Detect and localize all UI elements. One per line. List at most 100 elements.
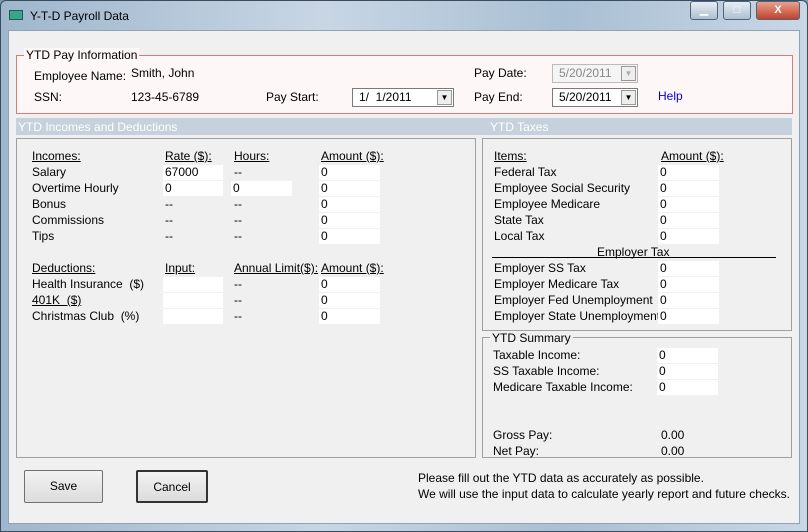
annual-limit-header: Annual Limit($): <box>234 261 319 275</box>
amount-header: Amount ($): <box>321 149 384 163</box>
employee-name: Smith, John <box>131 66 195 80</box>
deduction-label: 401K ($) <box>32 293 82 307</box>
summary-value: 0 <box>657 348 718 363</box>
deduction-label: Health Insurance ($) <box>32 277 145 291</box>
ssn: 123-45-6789 <box>131 90 200 104</box>
chevron-down-icon: ▼ <box>621 66 636 81</box>
save-button[interactable]: Save <box>24 470 103 503</box>
hours-value: -- <box>234 197 242 211</box>
rate-value: -- <box>165 213 173 227</box>
summary-label: Taxable Income: <box>493 348 581 362</box>
incomes-header: Incomes: <box>32 149 81 163</box>
taxes-header-items: Items: <box>494 149 527 163</box>
footer-note-1: Please fill out the YTD data as accurate… <box>418 471 704 485</box>
amount-input[interactable]: 0 <box>319 165 380 180</box>
taxes-section-title: YTD Taxes <box>490 120 549 134</box>
annual-limit-value: -- <box>234 293 242 307</box>
pay-date-value: 5/20/2011 <box>559 66 612 80</box>
net-pay-label: Net Pay: <box>493 444 540 458</box>
pay-start-value: 1/ 1/2011 <box>359 90 412 104</box>
income-label: Salary <box>32 165 67 179</box>
summary-legend: YTD Summary <box>490 331 573 345</box>
deduction-label: Christmas Club (%) <box>32 309 140 323</box>
income-label: Overtime Hourly <box>32 181 119 195</box>
amount-input[interactable]: 0 <box>319 213 380 228</box>
hours-input[interactable]: 0 <box>231 181 292 196</box>
deduction-input[interactable] <box>163 293 223 308</box>
amount-input[interactable]: 0 <box>319 181 380 196</box>
app-icon <box>9 10 23 20</box>
employer-tax-amount-input[interactable]: 0 <box>658 309 719 324</box>
deduction-input[interactable] <box>163 309 223 324</box>
tax-label: Federal Tax <box>494 165 557 179</box>
hours-value: -- <box>234 229 242 243</box>
amount-input[interactable]: 0 <box>319 197 380 212</box>
employer-tax-label: Employer Fed Unemployment <box>494 293 653 307</box>
tax-amount-input[interactable]: 0 <box>658 229 719 244</box>
pay-end-label: Pay End: <box>474 90 523 104</box>
summary-value: 0 <box>657 364 718 379</box>
income-label: Tips <box>32 229 55 243</box>
close-button[interactable]: X <box>756 1 800 20</box>
deduction-input[interactable] <box>163 277 223 292</box>
cancel-button[interactable]: Cancel <box>136 470 208 503</box>
tax-amount-input[interactable]: 0 <box>658 165 719 180</box>
summary-label: SS Taxable Income: <box>493 364 600 378</box>
tax-label: Employee Medicare <box>494 197 601 211</box>
maximize-button[interactable]: □ <box>723 1 751 20</box>
tax-amount-input[interactable]: 0 <box>658 197 719 212</box>
tax-amount-input[interactable]: 0 <box>658 181 719 196</box>
employer-tax-label: Employer State Unemployment <box>494 309 661 323</box>
deduction-amount-input[interactable]: 0 <box>319 293 380 308</box>
chevron-down-icon[interactable]: ▼ <box>437 90 452 105</box>
gross-pay-value: 0.00 <box>661 428 685 442</box>
pay-end-picker[interactable]: 5/20/2011 ▼ <box>552 88 638 107</box>
employer-tax-amount-input[interactable]: 0 <box>658 261 719 276</box>
footer-note-2: We will use the input data to calculate … <box>418 487 790 501</box>
annual-limit-value: -- <box>234 309 242 323</box>
incomes-section-title: YTD Incomes and Deductions <box>18 120 178 134</box>
employer-tax-divider <box>492 257 776 258</box>
employee-name-label: Employee Name: <box>34 69 127 83</box>
rate-value: -- <box>165 197 173 211</box>
deductions-header: Deductions: <box>32 261 96 275</box>
help-link[interactable]: Help <box>658 89 683 103</box>
hours-value: -- <box>234 213 242 227</box>
rate-value: -- <box>165 229 173 243</box>
rate-input[interactable]: 67000 <box>163 165 223 180</box>
gross-pay-label: Gross Pay: <box>493 428 553 442</box>
income-label: Commissions <box>32 213 105 227</box>
deduction-amount-input[interactable]: 0 <box>319 277 380 292</box>
pay-start-picker[interactable]: 1/ 1/2011 ▼ <box>352 88 454 107</box>
minimize-button[interactable]: ▁ <box>690 1 718 20</box>
tax-amount-input[interactable]: 0 <box>658 213 719 228</box>
pay-start-label: Pay Start: <box>266 90 319 104</box>
summary-label: Medicare Taxable Income: <box>493 380 633 394</box>
deduction-amount-input[interactable]: 0 <box>319 309 380 324</box>
tax-label: Local Tax <box>494 229 545 243</box>
employer-tax-amount-input[interactable]: 0 <box>658 277 719 292</box>
input-header: Input: <box>165 261 196 275</box>
employer-tax-label: Employer SS Tax <box>494 261 586 275</box>
employer-tax-label: Employer Medicare Tax <box>494 277 620 291</box>
tax-label: State Tax <box>494 213 544 227</box>
annual-limit-value: -- <box>234 277 242 291</box>
hours-header: Hours: <box>234 149 270 163</box>
rate-header: Rate ($): <box>165 149 212 163</box>
employer-tax-amount-input[interactable]: 0 <box>658 293 719 308</box>
chevron-down-icon[interactable]: ▼ <box>621 90 636 105</box>
taxes-header-amount: Amount ($): <box>661 149 724 163</box>
hours-value: -- <box>234 165 242 179</box>
window-title: Y-T-D Payroll Data <box>30 9 129 23</box>
tax-label: Employee Social Security <box>494 181 631 195</box>
summary-value: 0 <box>657 380 718 395</box>
pay-date-picker: 5/20/2011 ▼ <box>552 64 638 83</box>
net-pay-value: 0.00 <box>661 444 685 458</box>
income-label: Bonus <box>32 197 67 211</box>
pay-info-legend: YTD Pay Information <box>24 48 140 62</box>
pay-date-label: Pay Date: <box>474 66 527 80</box>
pay-end-value: 5/20/2011 <box>559 90 612 104</box>
rate-input[interactable]: 0 <box>163 181 223 196</box>
ssn-label: SSN: <box>34 90 63 104</box>
amount-input[interactable]: 0 <box>319 229 380 244</box>
